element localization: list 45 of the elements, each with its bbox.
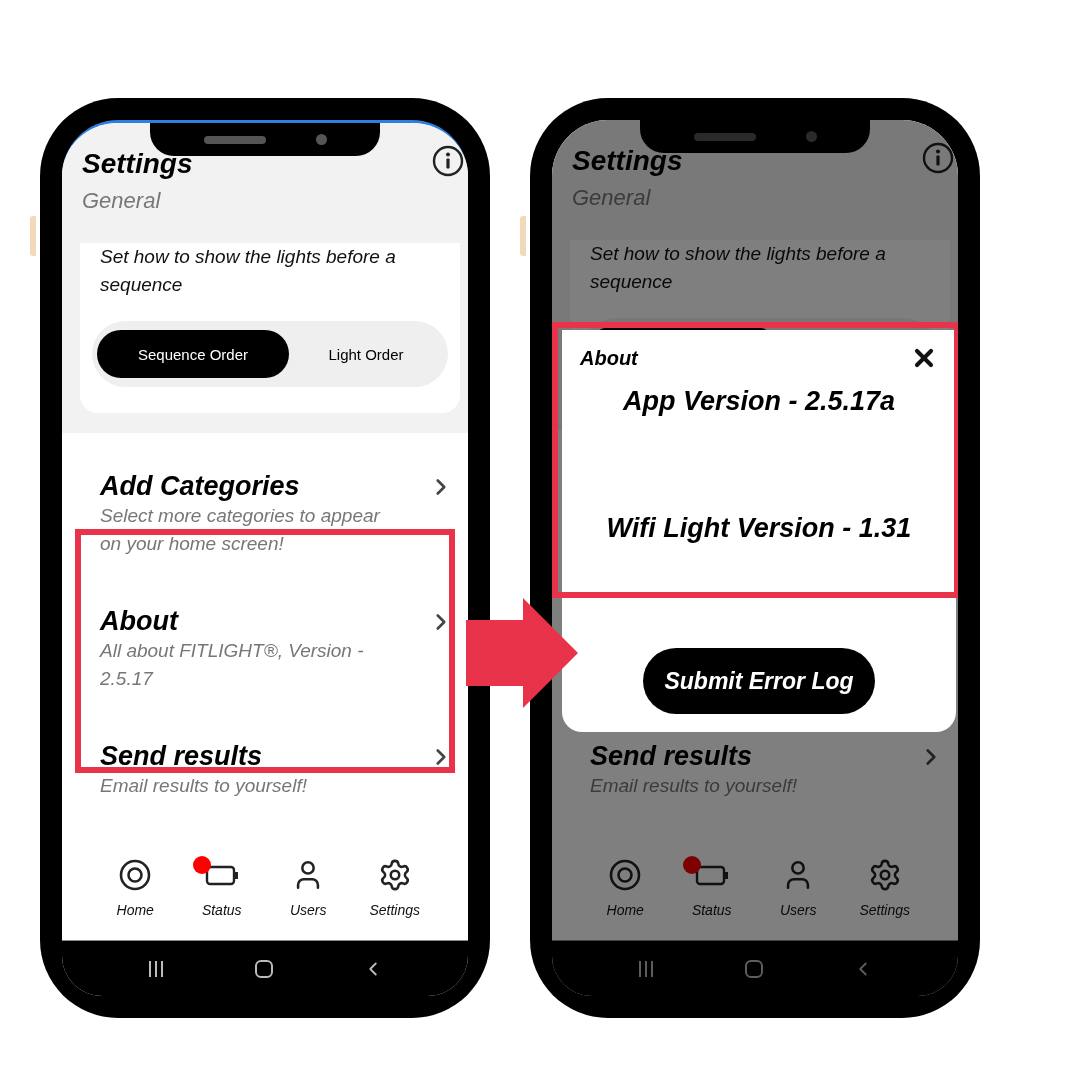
nav-label: Status <box>691 902 732 918</box>
nav-label: Users <box>779 902 817 918</box>
nav-tab[interactable]: Home <box>95 858 176 940</box>
menu-item-subtitle: Select more categories to appear on your home screen! <box>100 504 382 556</box>
page-subtitle: General <box>82 188 161 214</box>
nav-label: Settings <box>859 902 911 918</box>
page-subtitle: General <box>572 185 651 211</box>
submit-error-log-button[interactable]: Submit Error Log <box>643 648 875 714</box>
version-text: App Version - 2.5.17a <box>622 386 896 417</box>
home-icon[interactable] <box>254 958 274 979</box>
page-title: Settings <box>572 145 683 177</box>
nav-tab[interactable]: Users <box>758 858 839 940</box>
menu-item-title[interactable]: Add Categories <box>100 470 300 502</box>
menu-item-subtitle: All about FITLIGHT®, Version - 2.5.17 <box>100 639 365 691</box>
menu-item-subtitle: Email results to yourself! <box>100 774 308 798</box>
nav-label: Status <box>201 902 242 918</box>
page-title: Settings <box>82 148 193 180</box>
nav-tab[interactable]: Status <box>671 858 752 940</box>
menu-item-title[interactable]: Send results <box>590 740 753 772</box>
nav-tab[interactable]: Settings <box>844 858 925 940</box>
nav-tab[interactable]: Settings <box>354 858 435 940</box>
menu-item-subtitle: Email results to yourself! <box>590 774 798 798</box>
nav-tab[interactable]: Users <box>268 858 349 940</box>
camera-icon <box>805 131 817 142</box>
camera-icon <box>315 134 327 145</box>
recent-apps-icon[interactable] <box>146 958 166 979</box>
target-icon <box>608 858 643 892</box>
order-option[interactable]: Light Order <box>289 330 443 378</box>
setting-description: Set how to show the lights before a sequence <box>589 242 887 294</box>
speaker-icon <box>693 132 756 141</box>
nav-tab[interactable]: Status <box>181 858 262 940</box>
nav-label: Settings <box>369 902 421 918</box>
version-text: Wifi Light Version - 1.31 <box>606 513 912 544</box>
nav-label: Users <box>289 902 327 918</box>
setting-description: Set how to show the lights before a sequence <box>99 245 397 297</box>
target-icon <box>118 858 153 892</box>
order-option[interactable]: Sequence Order <box>97 330 289 378</box>
info-icon[interactable] <box>432 145 464 177</box>
nav-label: Home <box>606 902 644 918</box>
nav-label: Home <box>116 902 154 918</box>
speaker-icon <box>203 135 266 144</box>
nav-tab[interactable]: Home <box>585 858 666 940</box>
dialog-title: About <box>580 346 638 370</box>
menu-item-title[interactable]: Send results <box>100 740 263 772</box>
menu-item-title[interactable]: About <box>100 605 178 637</box>
